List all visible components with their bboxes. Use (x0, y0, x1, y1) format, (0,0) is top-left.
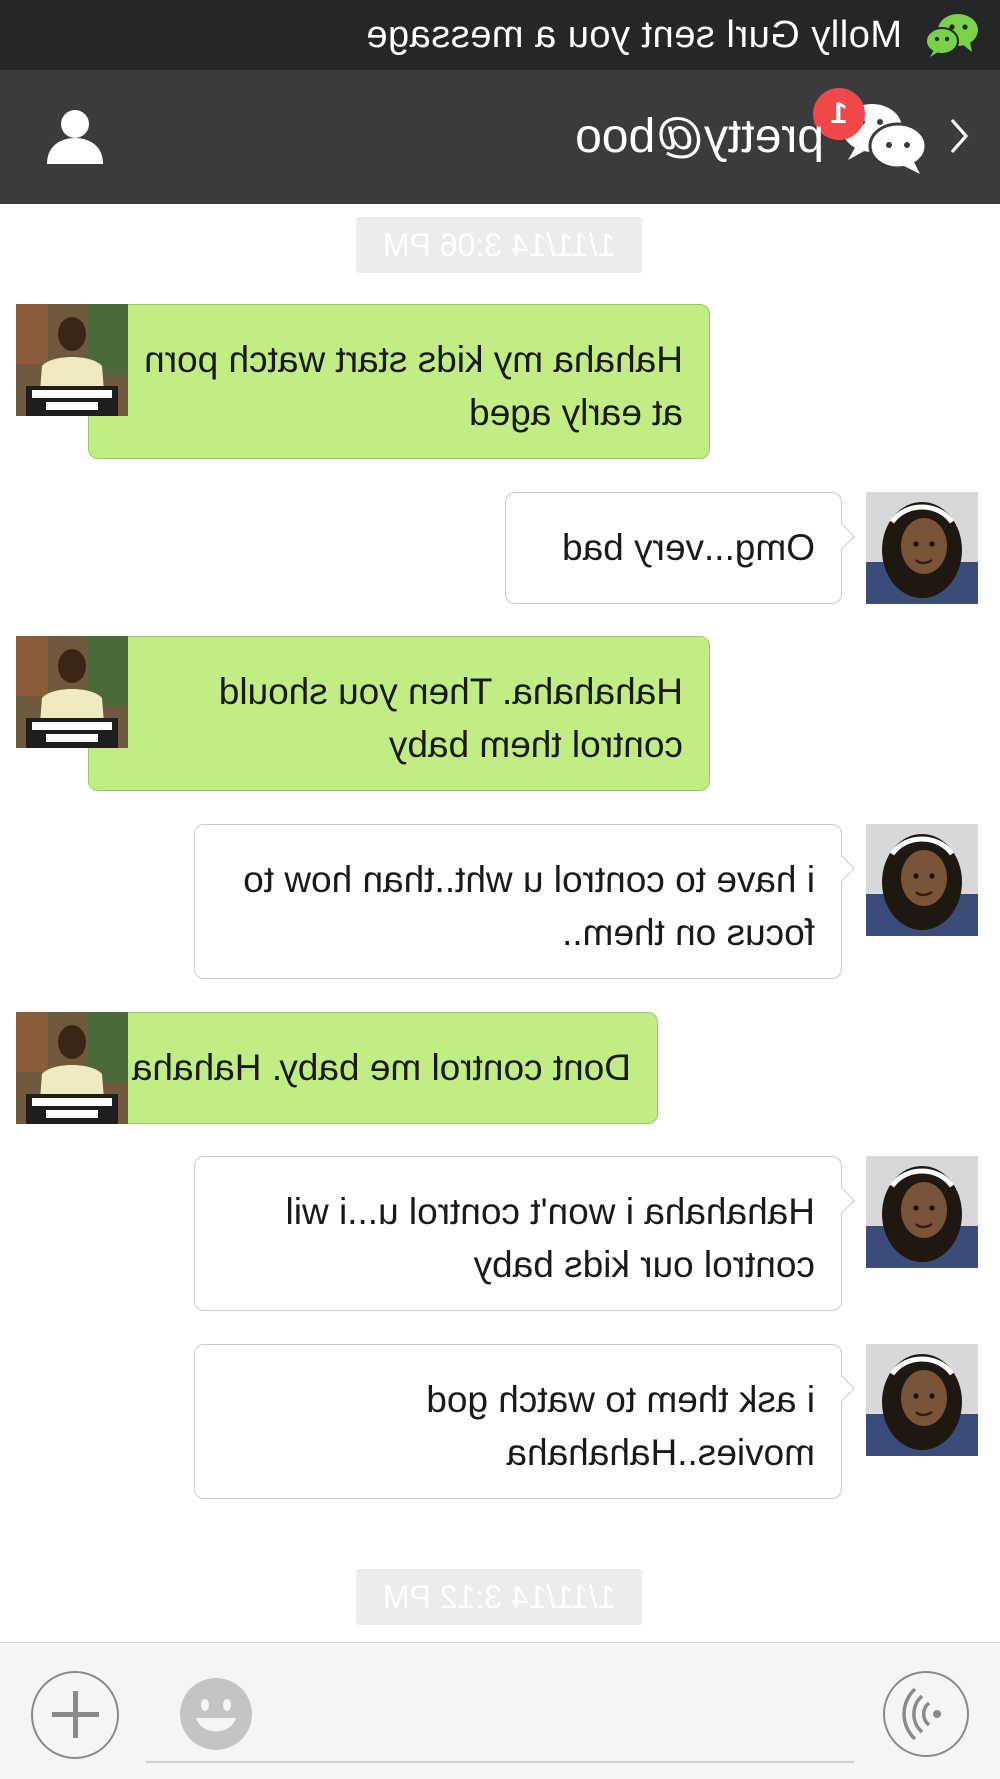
chevron-left-icon[interactable] (948, 114, 972, 158)
message-text: Dont control me baby. Hahaha (131, 1047, 631, 1088)
message-bubble-sent[interactable]: Hahahaha. Then you should control them b… (75, 636, 710, 791)
user-profile-icon[interactable] (43, 104, 107, 168)
avatar-receiver[interactable] (866, 1156, 978, 1268)
avatar-man-image (16, 1012, 128, 1124)
wechat-icon (925, 14, 978, 57)
avatar-receiver[interactable] (866, 824, 978, 936)
notification-bar[interactable]: Molly Gurl sent you a message (0, 0, 1000, 70)
avatar-sender[interactable] (16, 636, 128, 748)
avatar-sender[interactable] (16, 304, 128, 416)
message-bubble-received[interactable]: i ask them to watch god movies..Hahahaha (194, 1344, 855, 1499)
smiley-icon (182, 1680, 250, 1748)
avatar-woman-image (866, 492, 978, 604)
bubble-tail (828, 1187, 855, 1214)
notification-text: Molly Gurl sent you a message (365, 14, 902, 56)
input-bar (0, 1642, 1000, 1779)
emoji-button[interactable] (180, 1678, 252, 1750)
chat-screen: Molly Gurl sent you a message 1 pretty@b… (0, 0, 1000, 1779)
message-bubble-received[interactable]: Omg...very bad (505, 492, 855, 604)
bubble-tail (828, 855, 855, 882)
message-text: Omg...very bad (562, 527, 815, 568)
message-text: i have to control u wht..than how to foc… (243, 859, 815, 953)
message-text: Hahahaha. Then you should control them b… (218, 671, 683, 765)
message-text: Hahaha my kids start watch porn at early… (144, 339, 683, 433)
avatar-woman-image (866, 824, 978, 936)
chat-header: 1 pretty@boo (0, 70, 1000, 204)
avatar-man-image (16, 636, 128, 748)
message-bubble-received[interactable]: Hahahaha i won't control u...i wil contr… (194, 1156, 855, 1311)
timestamp: 1/11/14 3:06 PM (356, 217, 642, 273)
message-bubble-sent[interactable]: Hahaha my kids start watch porn at early… (75, 304, 710, 459)
voice-button[interactable] (883, 1671, 969, 1757)
chat-title: pretty@boo (575, 110, 824, 163)
message-text: i ask them to watch god movies..Hahahaha (426, 1379, 815, 1473)
avatar-receiver[interactable] (866, 1344, 978, 1456)
message-bubble-sent[interactable]: Dont control me baby. Hahaha (75, 1012, 658, 1124)
message-text: Hahahaha i won't control u...i wil contr… (285, 1191, 815, 1285)
avatar-sender[interactable] (16, 1012, 128, 1124)
bubble-tail (828, 523, 855, 550)
avatar-woman-image (866, 1344, 978, 1456)
avatar-receiver[interactable] (866, 492, 978, 604)
timestamp: 1/11/14 3:12 PM (356, 1569, 642, 1625)
bubble-tail (828, 1375, 855, 1402)
message-input[interactable] (146, 1679, 854, 1763)
message-bubble-received[interactable]: i have to control u wht..than how to foc… (194, 824, 855, 979)
plus-icon (52, 1691, 99, 1738)
voice-wave-icon (902, 1687, 941, 1741)
plus-button[interactable] (31, 1671, 119, 1759)
avatar-man-image (16, 304, 128, 416)
message-list[interactable]: 1/11/14 3:06 PM Hahaha my kids start wat… (0, 204, 1000, 1642)
avatar-woman-image (866, 1156, 978, 1268)
